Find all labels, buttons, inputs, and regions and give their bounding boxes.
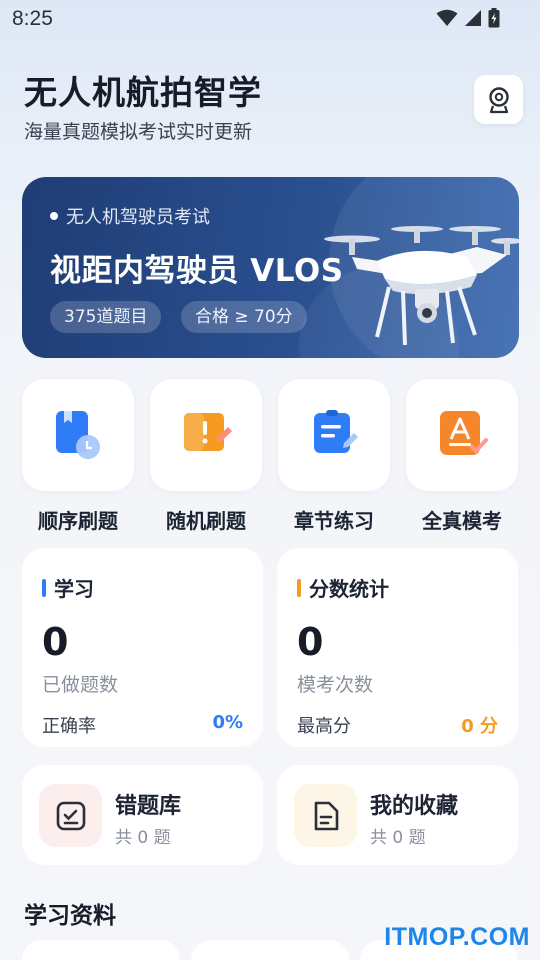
done-count-caption: 已做题数 xyxy=(42,674,119,696)
accuracy-value: 0% xyxy=(212,712,243,733)
watermark: ITMOP.COM xyxy=(384,923,530,951)
app-title: 无人机航拍智学 xyxy=(24,73,262,112)
quick-action-mock-exam[interactable]: 全真模考 xyxy=(406,379,518,534)
best-score-value: 0 分 xyxy=(461,716,498,737)
profile-button[interactable] xyxy=(474,75,523,124)
sequential-book-icon xyxy=(56,411,100,459)
study-stats-title: 学习 xyxy=(54,577,94,601)
quick-label: 顺序刷题 xyxy=(38,509,118,533)
material-card[interactable] xyxy=(191,940,349,960)
wrong-list-icon xyxy=(56,801,85,830)
exam-banner[interactable]: 无人机驾驶员考试 视距内驾驶员 VLOS 375道题目 合格 ≥ 70分 xyxy=(22,177,519,358)
banner-tag-label: 无人机驾驶员考试 xyxy=(66,207,210,228)
quick-card[interactable] xyxy=(150,379,262,491)
quick-card[interactable] xyxy=(278,379,390,491)
wrong-questions-count: 共 0 题 xyxy=(115,828,171,848)
quick-action-sequential[interactable]: 顺序刷题 xyxy=(22,379,134,534)
accent-bar xyxy=(42,578,46,597)
status-icons xyxy=(436,8,500,28)
app-subtitle: 海量真题模拟考试实时更新 xyxy=(24,121,253,143)
battery-icon xyxy=(488,8,500,28)
done-count-value: 0 xyxy=(42,620,69,664)
favorite-doc-icon-wrap xyxy=(294,784,357,847)
mock-exam-icon xyxy=(440,411,488,455)
dot-icon xyxy=(50,212,58,220)
drone-illustration xyxy=(324,226,519,346)
pass-score-pill: 合格 ≥ 70分 xyxy=(181,301,307,333)
study-stats-card[interactable]: 学习 0 已做题数 正确率 0% xyxy=(22,548,263,747)
quick-card[interactable] xyxy=(22,379,134,491)
favorites-title: 我的收藏 xyxy=(370,794,459,819)
score-stats-title: 分数统计 xyxy=(309,577,389,601)
wrong-questions-title: 错题库 xyxy=(115,794,182,819)
favorites-count: 共 0 题 xyxy=(370,828,426,848)
mock-count-caption: 模考次数 xyxy=(297,674,374,696)
quick-label: 全真模考 xyxy=(422,509,502,533)
study-materials-title: 学习资料 xyxy=(24,903,116,929)
banner-title: 视距内驾驶员 VLOS xyxy=(50,253,344,289)
wifi-icon xyxy=(436,9,458,26)
quick-label: 章节练习 xyxy=(294,509,374,533)
best-score-label: 最高分 xyxy=(297,716,351,737)
quick-card[interactable] xyxy=(406,379,518,491)
score-stats-card[interactable]: 分数统计 0 模考次数 最高分 0 分 xyxy=(277,548,518,747)
score-stats-header: 分数统计 xyxy=(297,573,389,602)
signal-icon xyxy=(465,10,481,26)
mock-count-value: 0 xyxy=(297,620,324,664)
random-book-icon xyxy=(184,413,232,451)
accuracy-label: 正确率 xyxy=(42,716,96,737)
wrong-list-icon-wrap xyxy=(39,784,102,847)
banner-tag: 无人机驾驶员考试 xyxy=(50,203,210,229)
favorites-card[interactable]: 我的收藏 共 0 题 xyxy=(277,765,518,865)
wrong-questions-card[interactable]: 错题库 共 0 题 xyxy=(22,765,263,865)
chapter-note-icon xyxy=(314,410,358,453)
status-time: 8:25 xyxy=(12,7,53,30)
material-card[interactable] xyxy=(22,940,180,960)
study-stats-header: 学习 xyxy=(42,573,94,602)
user-badge-icon xyxy=(488,86,509,113)
quick-action-random[interactable]: 随机刷题 xyxy=(150,379,262,534)
quick-label: 随机刷题 xyxy=(166,509,246,533)
question-count-pill: 375道题目 xyxy=(50,301,162,333)
status-bar: 8:25 xyxy=(0,0,540,38)
quick-action-chapter[interactable]: 章节练习 xyxy=(278,379,390,534)
accent-bar xyxy=(297,578,301,597)
favorite-doc-icon xyxy=(314,801,338,830)
